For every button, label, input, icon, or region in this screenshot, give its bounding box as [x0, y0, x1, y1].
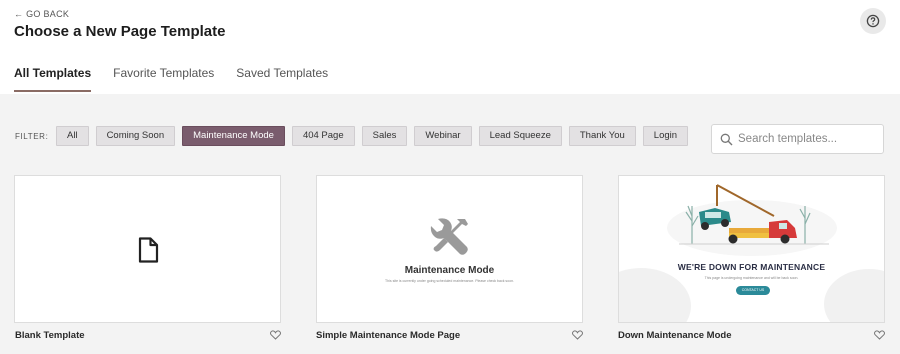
question-circle-icon	[866, 14, 880, 28]
favorite-heart-icon[interactable]	[572, 330, 583, 340]
contact-us-button: CONTACT US	[736, 286, 770, 295]
go-back-link[interactable]: ← GO BACK	[14, 9, 69, 19]
tow-truck-illustration	[619, 184, 884, 322]
templates-panel: FILTER: All Coming Soon Maintenance Mode…	[0, 94, 900, 354]
search-icon	[720, 133, 733, 145]
filter-chip-webinar[interactable]: Webinar	[414, 126, 472, 146]
filter-chip-login[interactable]: Login	[642, 126, 689, 146]
preview-title: Maintenance Mode	[404, 265, 495, 276]
template-card-down-maintenance[interactable]: WE'RE DOWN FOR MAINTENANCE This page is …	[618, 175, 885, 323]
filter-label: FILTER:	[15, 132, 49, 141]
template-name-down-maintenance: Down Maintenance Mode	[618, 330, 732, 341]
filter-chip-lead-squeeze[interactable]: Lead Squeeze	[478, 126, 562, 146]
filter-chip-thank-you[interactable]: Thank You	[568, 126, 636, 146]
search-input[interactable]	[738, 133, 878, 145]
document-icon	[138, 237, 159, 263]
preview-text: This page is undergoing maintenance and …	[704, 276, 799, 280]
preview-text: This site is currently under going sched…	[385, 279, 514, 283]
page-title: Choose a New Page Template	[14, 23, 226, 40]
filter-chips: All Coming Soon Maintenance Mode 404 Pag…	[56, 126, 695, 146]
filter-chip-maintenance-mode[interactable]: Maintenance Mode	[182, 126, 285, 146]
filter-chip-sales[interactable]: Sales	[361, 126, 408, 146]
tools-icon	[430, 218, 468, 255]
favorite-heart-icon[interactable]	[270, 330, 281, 340]
tab-all-templates[interactable]: All Templates	[14, 64, 92, 92]
filter-chip-all[interactable]: All	[56, 126, 89, 146]
template-card-simple-maintenance[interactable]: Maintenance Mode This site is currently …	[316, 175, 583, 323]
template-name-simple-maintenance: Simple Maintenance Mode Page	[316, 330, 461, 341]
page-header: ← GO BACK Choose a New Page Template All…	[0, 0, 900, 94]
preview-title: WE'RE DOWN FOR MAINTENANCE	[677, 262, 826, 272]
tab-saved-templates[interactable]: Saved Templates	[236, 64, 328, 92]
filter-chip-coming-soon[interactable]: Coming Soon	[95, 126, 176, 146]
favorite-heart-icon[interactable]	[874, 330, 885, 340]
tab-favorite-templates[interactable]: Favorite Templates	[113, 64, 214, 92]
template-tabs: All Templates Favorite Templates Saved T…	[14, 64, 350, 92]
filter-chip-404-page[interactable]: 404 Page	[291, 126, 355, 146]
search-box[interactable]	[711, 124, 884, 154]
help-button[interactable]	[860, 8, 886, 34]
template-card-blank[interactable]	[14, 175, 281, 323]
template-name-blank: Blank Template	[15, 330, 85, 341]
